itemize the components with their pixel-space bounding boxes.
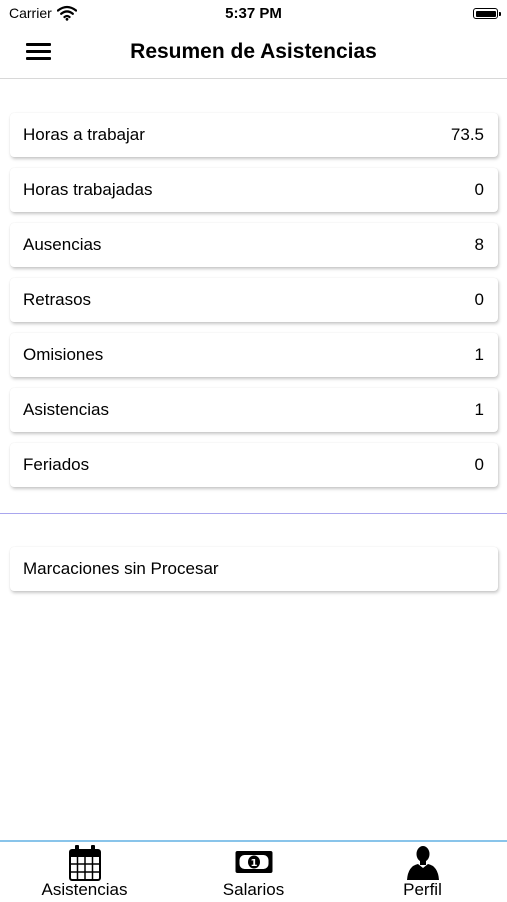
summary-label: Retrasos (23, 290, 92, 309)
tab-label: Salarios (222, 880, 285, 899)
summary-row-attendances: Asistencias 1 (10, 388, 498, 432)
summary-value: 0 (474, 290, 484, 309)
calendar-icon (68, 845, 101, 881)
summary-value: 1 (474, 400, 484, 419)
summary-row-holidays: Feriados 0 (10, 443, 498, 487)
tab-bar: Asistencias 1 Salarios Perfil (0, 840, 507, 902)
summary-row-omissions: Omisiones 1 (10, 333, 498, 377)
summary-row-hours-worked: Horas trabajadas 0 (10, 168, 498, 212)
summary-value: 0 (474, 180, 484, 199)
summary-value: 8 (474, 235, 484, 254)
summary-value: 1 (474, 345, 484, 364)
battery-icon (473, 8, 501, 19)
status-time: 5:37 PM (225, 5, 282, 22)
summary-row-delays: Retrasos 0 (10, 278, 498, 322)
tab-salarios[interactable]: 1 Salarios (169, 842, 338, 902)
banknote-icon: 1 (235, 851, 272, 873)
tab-perfil[interactable]: Perfil (338, 842, 507, 902)
tab-label: Asistencias (41, 880, 128, 899)
summary-label: Feriados (23, 455, 90, 474)
tab-asistencias[interactable]: Asistencias (0, 842, 169, 902)
attendance-summary-list: Horas a trabajar 73.5 Horas trabajadas 0… (10, 113, 498, 498)
svg-text:1: 1 (250, 858, 257, 869)
tab-label: Perfil (403, 880, 442, 899)
summary-label: Omisiones (23, 345, 104, 364)
summary-label: Horas trabajadas (23, 180, 153, 199)
summary-label: Ausencias (23, 235, 102, 254)
user-icon (406, 846, 439, 880)
summary-row-hours-to-work: Horas a trabajar 73.5 (10, 113, 498, 157)
navigation-bar: Resumen de Asistencias (0, 28, 507, 79)
summary-row-absences: Ausencias 8 (10, 223, 498, 267)
status-bar: Carrier 5:37 PM (0, 0, 507, 28)
unprocessed-marks-row[interactable]: Marcaciones sin Procesar (10, 547, 498, 591)
summary-label: Asistencias (23, 400, 109, 419)
section-divider (0, 513, 507, 514)
summary-label: Horas a trabajar (23, 125, 145, 144)
summary-value: 0 (474, 455, 484, 474)
summary-value: 73.5 (450, 125, 484, 144)
page-title: Resumen de Asistencias (130, 40, 377, 63)
unprocessed-marks-button[interactable]: Marcaciones sin Procesar (10, 547, 498, 602)
unprocessed-marks-label: Marcaciones sin Procesar (23, 559, 219, 578)
